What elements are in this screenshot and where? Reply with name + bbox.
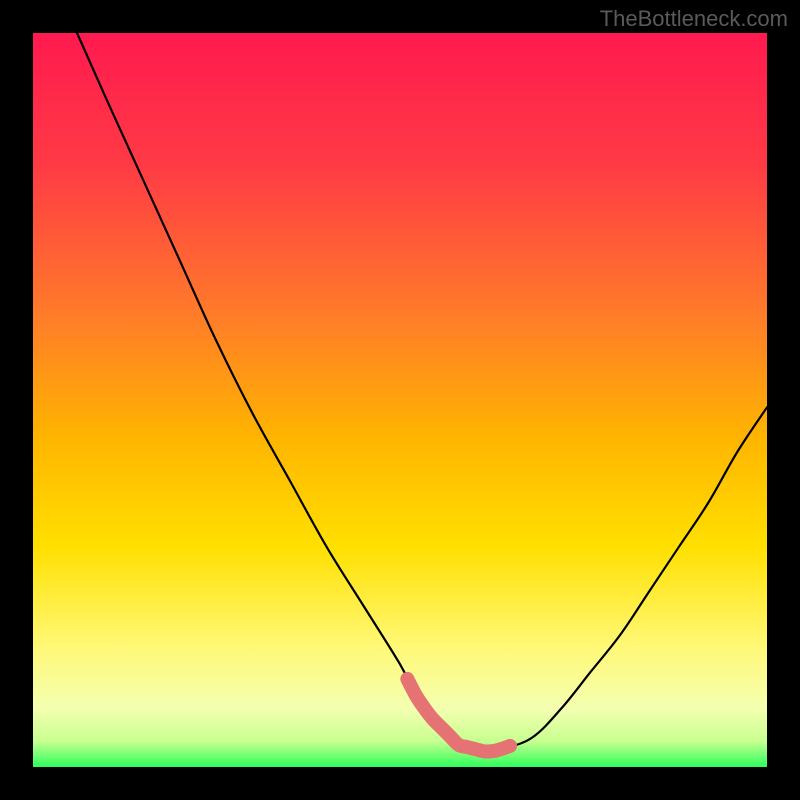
plot-area bbox=[33, 33, 767, 767]
watermark-text: TheBottleneck.com bbox=[600, 6, 788, 32]
gradient-background bbox=[33, 33, 767, 767]
chart-container: TheBottleneck.com bbox=[0, 0, 800, 800]
chart-svg bbox=[33, 33, 767, 767]
